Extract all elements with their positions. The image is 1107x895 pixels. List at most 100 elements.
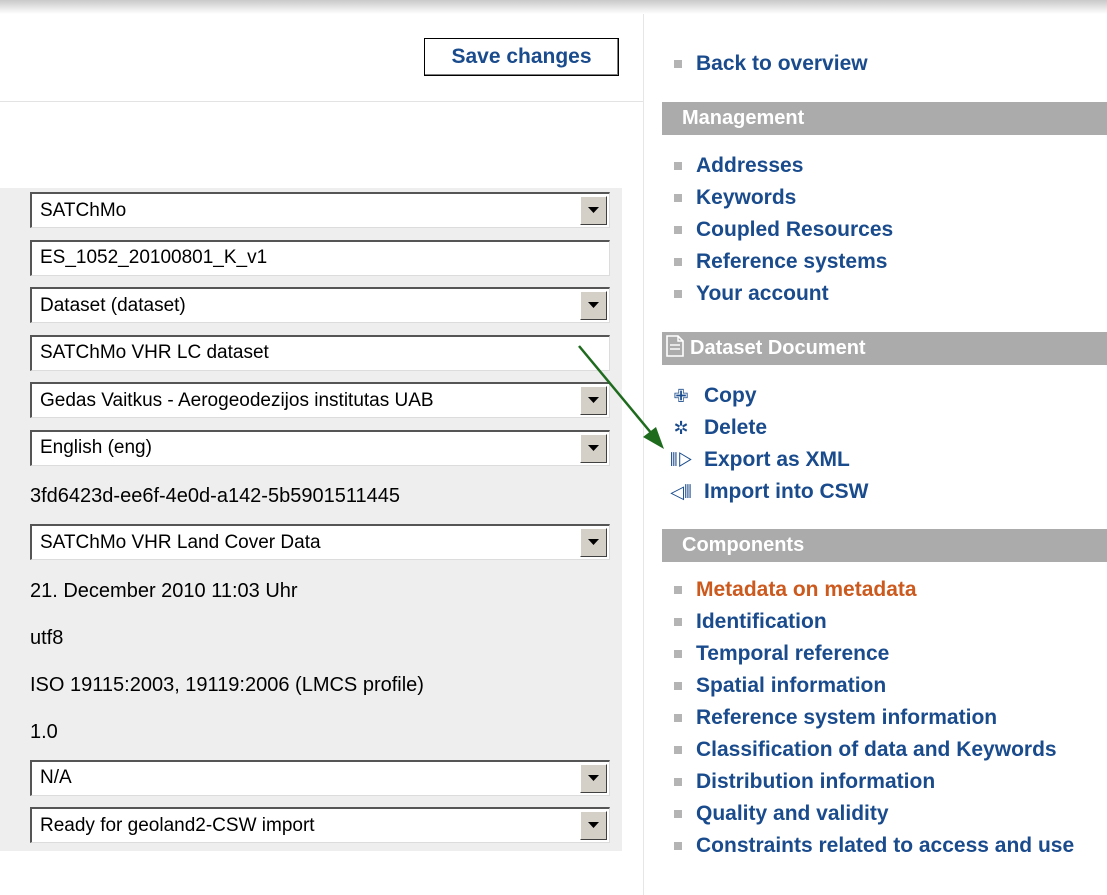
import-csw-action[interactable]: ◁⫴ Import into CSW [662, 476, 1107, 508]
components-header: Components [662, 529, 1107, 562]
nav-item-coupled-resources[interactable]: Coupled Resources [662, 214, 1107, 246]
nav-item-label: Addresses [696, 154, 804, 177]
nav-item-label: Identification [696, 610, 827, 633]
nav-item-label: Coupled Resources [696, 218, 894, 241]
dropdown-arrow-icon[interactable] [580, 811, 607, 840]
nav-item-temporal-reference[interactable]: Temporal reference [662, 638, 1107, 670]
nav-item-label: Temporal reference [696, 642, 890, 665]
nav-item-reference-system-information[interactable]: Reference system information [662, 702, 1107, 734]
nav-item-label: Quality and validity [696, 802, 889, 825]
nav-item-keywords[interactable]: Keywords [662, 182, 1107, 214]
standard-value: ISO 19115:2003, 19119:2006 (LMCS profile… [30, 673, 424, 696]
nav-item-your-account[interactable]: Your account [662, 278, 1107, 310]
nav-item-distribution-information[interactable]: Distribution information [662, 766, 1107, 798]
dropdown-arrow-icon[interactable] [580, 763, 607, 793]
bullet-icon [674, 60, 682, 68]
action-label: Copy [704, 384, 757, 407]
form-row-contact: Gedas Vaitkus - Aerogeodezijos instituta… [0, 378, 622, 426]
form-row-language: English (eng) [0, 425, 622, 473]
file-identifier-input[interactable]: ES_1052_20100801_K_v1 [30, 239, 610, 276]
action-label: Export as XML [704, 448, 850, 471]
input-value: ES_1052_20100801_K_v1 [40, 247, 268, 268]
bullet-icon [674, 258, 682, 266]
bullet-icon [674, 778, 682, 786]
dropdown-arrow-icon[interactable] [580, 386, 607, 415]
form-row-hierarchy: Dataset (dataset) [0, 283, 622, 331]
contact-select[interactable]: Gedas Vaitkus - Aerogeodezijos instituta… [30, 382, 610, 418]
bullet-icon [674, 194, 682, 202]
dropdown-arrow-icon[interactable] [580, 291, 607, 320]
select-value: Gedas Vaitkus - Aerogeodezijos instituta… [40, 389, 434, 411]
nav-item-label: Spatial information [696, 674, 887, 697]
bullet-icon [674, 746, 682, 754]
nav-item-spatial-information[interactable]: Spatial information [662, 670, 1107, 702]
dropdown-arrow-icon[interactable] [580, 528, 607, 557]
form-row-uuid: 3fd6423d-ee6f-4e0d-a142-5b5901511445 [0, 473, 622, 520]
form-row-charset: utf8 [0, 614, 622, 662]
bullet-icon [674, 586, 682, 594]
nav-item-addresses[interactable]: Addresses [662, 150, 1107, 182]
back-to-overview-link[interactable]: Back to overview [662, 52, 868, 76]
dropdown-arrow-icon[interactable] [580, 196, 607, 225]
copy-action[interactable]: ✙ Copy [662, 380, 1107, 412]
dataset-document-header: Dataset Document [662, 332, 1107, 365]
export-xml-action[interactable]: ⫴▷ Export as XML [662, 444, 1107, 476]
nav-item-label: Your account [696, 282, 829, 305]
bullet-icon [674, 682, 682, 690]
select-value: Ready for geoland2-CSW import [40, 814, 315, 836]
top-shadow [0, 0, 1107, 14]
form-row-datestamp: 21. December 2010 11:03 Uhr [0, 567, 622, 615]
save-changes-button[interactable]: Save changes [424, 38, 619, 76]
management-title: Management [682, 107, 805, 129]
charset-value: utf8 [30, 626, 64, 649]
select-value: SATChMo VHR Land Cover Data [40, 531, 321, 553]
bullet-icon [674, 714, 682, 722]
hierarchy-name-input[interactable]: SATChMo VHR LC dataset [30, 334, 610, 371]
management-list: Addresses Keywords Coupled Resources Ref… [662, 150, 1107, 310]
csw-import-status-select[interactable]: Ready for geoland2-CSW import [30, 807, 610, 843]
nav-item-label: Constraints related to access and use [696, 834, 1075, 857]
nav-item-label: Reference systems [696, 250, 888, 273]
form-row-version: 1.0 [0, 708, 622, 756]
status-select[interactable]: N/A [30, 759, 610, 796]
nav-item-quality-validity[interactable]: Quality and validity [662, 798, 1107, 830]
select-value: Dataset (dataset) [40, 294, 186, 316]
nav-item-label: Metadata on metadata [696, 578, 917, 601]
bullet-icon [674, 618, 682, 626]
metadata-form: SATChMo ES_1052_20100801_K_v1 Dataset (d… [0, 188, 622, 851]
form-row-parent: SATChMo VHR Land Cover Data [0, 520, 622, 568]
bullet-icon [674, 842, 682, 850]
document-actions-list: ✙ Copy ✲ Delete ⫴▷ Export as XML ◁⫴ Import i… [662, 380, 1107, 508]
nav-item-label: Keywords [696, 186, 797, 209]
bullet-icon [674, 650, 682, 658]
import-icon: ◁⫴ [670, 481, 692, 502]
datestamp-value: 21. December 2010 11:03 Uhr [30, 579, 298, 602]
delete-action[interactable]: ✲ Delete [662, 412, 1107, 444]
nav-item-label: Classification of data and Keywords [696, 738, 1057, 761]
uuid-value: 3fd6423d-ee6f-4e0d-a142-5b5901511445 [30, 485, 400, 507]
toolbar-divider [0, 101, 643, 102]
hierarchy-level-select[interactable]: Dataset (dataset) [30, 287, 610, 323]
column-divider [643, 14, 644, 895]
input-value: SATChMo VHR LC dataset [40, 342, 269, 363]
nav-item-label: Reference system information [696, 706, 998, 729]
nav-item-constraints[interactable]: Constraints related to access and use [662, 830, 1082, 862]
nav-item-identification[interactable]: Identification [662, 606, 1107, 638]
organisation-select[interactable]: SATChMo [30, 192, 610, 228]
bullet-icon [674, 226, 682, 234]
nav-item-metadata-on-metadata[interactable]: Metadata on metadata [662, 574, 1107, 606]
bullet-icon [674, 810, 682, 818]
export-icon: ⫴▷ [670, 449, 694, 470]
action-label: Delete [704, 416, 768, 439]
parent-identifier-select[interactable]: SATChMo VHR Land Cover Data [30, 524, 610, 560]
select-value: English (eng) [40, 437, 152, 458]
components-list: Metadata on metadata Identification Temp… [662, 574, 1107, 862]
language-select[interactable]: English (eng) [30, 429, 610, 466]
nav-item-classification-keywords[interactable]: Classification of data and Keywords [662, 734, 1107, 766]
form-row-csw-status: Ready for geoland2-CSW import [0, 803, 622, 851]
nav-item-reference-systems[interactable]: Reference systems [662, 246, 1107, 278]
form-row-status-a: N/A [0, 755, 622, 803]
back-to-overview-label: Back to overview [696, 52, 868, 75]
dropdown-arrow-icon[interactable] [580, 433, 607, 463]
delete-icon: ✲ [673, 417, 689, 438]
